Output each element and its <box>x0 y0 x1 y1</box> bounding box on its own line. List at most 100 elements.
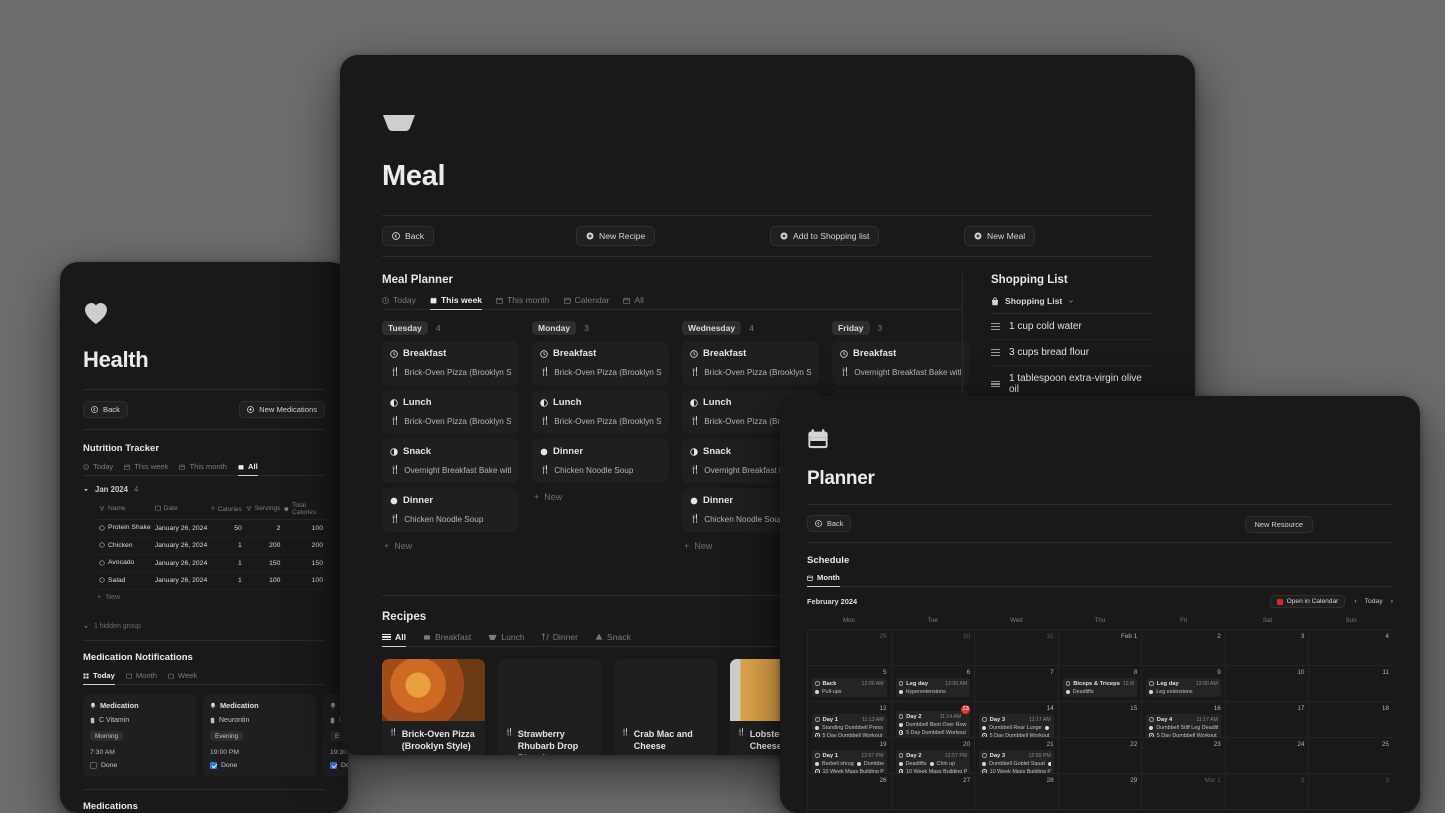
notification-done[interactable]: Done <box>330 761 348 769</box>
tab-month[interactable]: Month <box>807 573 840 587</box>
calendar-event[interactable]: Back 12:00 AM Pull-ups <box>812 678 887 697</box>
calendar-cell[interactable]: 24 <box>1225 738 1310 774</box>
calendar-cell[interactable]: 10 <box>1225 666 1310 702</box>
calendar-cell[interactable]: 3 <box>1309 774 1393 810</box>
calendar-cell[interactable]: 25 <box>1309 738 1393 774</box>
meal-card[interactable]: Snack 🍴Overnight Breakfast Bake with Ham,… <box>382 439 519 483</box>
calendar-cell[interactable]: 28 <box>975 774 1059 810</box>
tab-this-month[interactable]: This month <box>179 462 227 476</box>
tab-calendar[interactable]: Calendar <box>563 295 609 310</box>
calendar-event[interactable]: Day 4 11:17 AM Dumbbell Stiff Leg Deadlift… <box>1146 714 1221 737</box>
calendar-cell[interactable]: 16 Day 4 11:17 AM Dumbbell Stiff Leg Deadl… <box>1142 702 1226 738</box>
list-item[interactable]: 1 cup cold water <box>991 314 1153 340</box>
back-button[interactable]: Back <box>807 515 852 532</box>
meal-card[interactable]: Breakfast 🍴Overnight Breakfast Bake with … <box>832 341 969 385</box>
table-row[interactable]: Salad January 26, 2024 1 100 100 <box>97 572 325 590</box>
calendar-cell[interactable]: 2 <box>1225 774 1310 810</box>
recipe-card[interactable]: 🍴Crab Mac and Cheese Lunch 25 mins <box>614 659 717 755</box>
table-row[interactable]: Protein Shake January 26, 2024 50 2 100 <box>97 519 325 538</box>
calendar-event[interactable]: Day 112:57 PMBarbell shrugDumbbell Go10 … <box>812 750 887 773</box>
calendar-cell[interactable]: 12 Day 111:13 AMStanding Dumbbell Press1… <box>808 702 892 738</box>
today-button[interactable]: Today <box>1365 598 1383 605</box>
calendar-event[interactable]: Biceps & Triceps12:00 AMDeadlifts <box>1062 678 1138 697</box>
tab-all[interactable]: All <box>623 295 644 310</box>
calendar-event[interactable]: Day 111:13 AMStanding Dumbbell Press15 D… <box>812 714 887 737</box>
calendar-cell[interactable]: 17 <box>1225 702 1310 738</box>
tab-dinner[interactable]: Dinner <box>542 632 578 647</box>
tab-month[interactable]: Month <box>126 671 157 685</box>
tab-today[interactable]: Today <box>83 462 113 476</box>
col-date[interactable]: Date <box>152 499 210 520</box>
tab-lunch[interactable]: Lunch <box>488 632 525 647</box>
tab-today[interactable]: Today <box>83 671 115 685</box>
tab-all[interactable]: All <box>238 462 258 476</box>
table-row[interactable]: Chicken January 26, 2024 1 200 200 <box>97 537 325 555</box>
meal-card[interactable]: Lunch 🍴Brick-Oven Pizza (Brooklyn Style) <box>532 390 669 434</box>
calendar-cell[interactable]: 4 <box>1309 630 1393 666</box>
calendar-event[interactable]: Day 2 12:57 PM Deadlifts Chin up 10 Week Mas… <box>895 750 971 773</box>
col-servings[interactable]: Servings <box>243 499 283 520</box>
calendar-cell[interactable]: 23 <box>1142 738 1226 774</box>
calendar-cell[interactable]: 5 Back 12:00 AM Pull-ups <box>808 666 892 702</box>
drag-handle-icon[interactable] <box>991 349 1000 356</box>
calendar-event[interactable]: Day 211:14 AMDumbbell Bent Over RowD5 Da… <box>895 711 971 737</box>
recipe-card[interactable]: 🍴Strawberry Rhubarb Drop Biscuits Breakf… <box>498 659 601 755</box>
table-row[interactable]: Avocado January 26, 2024 1 150 150 <box>97 554 325 573</box>
calendar-event[interactable]: Day 312:59 PMDumbbell Goblet SquatDu10 W… <box>979 750 1054 773</box>
tab-today[interactable]: Today <box>382 295 416 310</box>
calendar-cell[interactable]: 21 Day 312:59 PMDumbbell Goblet SquatDu1… <box>975 738 1059 774</box>
back-button[interactable]: Back <box>83 401 128 418</box>
recipe-card[interactable]: 🍴Brick-Oven Pizza (Brooklyn Style) Break… <box>382 659 485 755</box>
calendar-cell[interactable]: 3 <box>1225 630 1310 666</box>
back-button[interactable]: Back <box>382 226 435 246</box>
tab-all[interactable]: All <box>382 632 406 647</box>
tab-this-week[interactable]: This week <box>429 295 483 310</box>
notification-card[interactable]: Medication Neurontin Evening 19:00 PM Do… <box>203 694 316 776</box>
meal-card[interactable]: Lunch 🍴Brick-Oven Pizza (Brooklyn Style) <box>382 390 519 434</box>
calendar-event[interactable]: Day 311:17 AMDumbbell Rear LungeWeig5 Da… <box>979 714 1054 737</box>
calendar-cell[interactable]: 19 Day 112:57 PMBarbell shrugDumbbell Go… <box>808 738 892 774</box>
calendar-cell[interactable]: 30 <box>891 630 976 666</box>
calendar-cell[interactable]: 20 Day 2 12:57 PM Deadlifts Chin up 10 Week … <box>891 738 976 774</box>
new-recipe-button[interactable]: New Recipe <box>576 226 656 246</box>
drag-handle-icon[interactable] <box>991 323 1000 330</box>
drag-handle-icon[interactable] <box>991 380 1000 388</box>
col-total-calories[interactable]: Total Calories <box>282 499 325 520</box>
nutrition-new-row[interactable]: + New <box>95 590 325 605</box>
new-medications-button[interactable]: New Medications <box>239 401 325 418</box>
hidden-group-toggle[interactable]: 1 hidden group <box>83 623 325 630</box>
tab-week[interactable]: Week <box>168 671 197 685</box>
checkbox[interactable] <box>90 761 97 769</box>
col-calories[interactable]: # Calories <box>209 499 244 520</box>
calendar-cell[interactable]: 14 Day 311:17 AMDumbbell Rear LungeWeig5… <box>975 702 1059 738</box>
open-in-calendar-button[interactable]: Open in Calendar <box>1269 595 1346 608</box>
calendar-event[interactable]: Leg day 12:00 AM Hyperextensions <box>895 678 971 697</box>
calendar-cell[interactable]: 18 <box>1309 702 1393 738</box>
meal-card[interactable]: Dinner 🍴 Chicken Noodle Soup <box>532 439 669 483</box>
checkbox[interactable] <box>210 761 217 769</box>
meal-card[interactable]: Dinner 🍴 Chicken Noodle Soup <box>382 488 519 532</box>
meal-card[interactable]: Breakfast 🍴Brick-Oven Pizza (Brooklyn Sty… <box>682 341 819 385</box>
calendar-cell[interactable]: 15 <box>1058 702 1143 738</box>
next-month-button[interactable]: › <box>1391 598 1393 605</box>
planner-new-row[interactable]: + New <box>382 537 519 555</box>
calendar-cell[interactable]: 9 Leg day 12:00 AM Leg extensions <box>1142 666 1226 702</box>
calendar-cell[interactable]: 27 <box>891 774 976 810</box>
calendar-cell[interactable]: 7 <box>975 666 1059 702</box>
calendar-cell[interactable]: 29 <box>808 630 892 666</box>
calendar-cell[interactable]: 8 Biceps & Triceps12:00 AMDeadlifts <box>1058 666 1143 702</box>
calendar-cell[interactable]: 13 Day 211:14 AMDumbbell Bent Over RowD5… <box>891 702 976 738</box>
checkbox[interactable] <box>330 761 337 769</box>
shopping-source[interactable]: Shopping List <box>991 296 1153 313</box>
calendar-cell[interactable]: 2 <box>1142 630 1226 666</box>
list-item[interactable]: 3 cups bread flour <box>991 340 1153 366</box>
notification-done[interactable]: Done <box>210 761 309 769</box>
calendar-cell[interactable]: 29 <box>1058 774 1143 810</box>
tab-snack[interactable]: Snack <box>595 632 631 647</box>
notification-card[interactable]: Medication C Vitamin Morning 7:30 AM Don… <box>83 694 196 776</box>
meal-card[interactable]: Breakfast 🍴Brick-Oven Pizza (Brooklyn Sty… <box>532 341 669 385</box>
calendar-cell[interactable]: Mar 1 <box>1142 774 1226 810</box>
calendar-cell[interactable]: 11 <box>1309 666 1393 702</box>
prev-month-button[interactable]: ‹ <box>1354 598 1356 605</box>
add-to-shopping-list-button[interactable]: Add to Shopping list <box>770 226 880 246</box>
